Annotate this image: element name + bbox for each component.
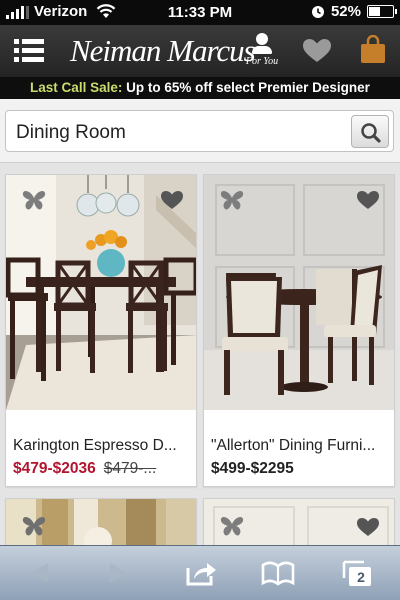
- quick-look-button[interactable]: [220, 189, 244, 211]
- heart-icon: [357, 518, 379, 536]
- search-input[interactable]: Dining Room: [5, 110, 394, 152]
- status-right: 52%: [311, 3, 397, 20]
- lock-rotation-icon: [311, 5, 324, 18]
- search-query: Dining Room: [16, 122, 126, 143]
- heart-icon: [161, 191, 183, 209]
- heart-icon: [357, 191, 379, 209]
- quick-look-button[interactable]: [22, 515, 46, 537]
- user-icon: [240, 33, 284, 54]
- price: $499-$2295: [211, 460, 294, 477]
- share-button[interactable]: [183, 558, 219, 588]
- promo-banner[interactable]: Last Call Sale: Up to 65% off select Pre…: [0, 77, 400, 99]
- battery-icon: [367, 5, 397, 18]
- forward-arrow-icon: [110, 563, 126, 583]
- favorite-button[interactable]: [356, 517, 380, 539]
- butterfly-icon: [220, 516, 244, 536]
- promo-text: Up to 65% off select Premier Designer: [122, 80, 370, 95]
- quick-look-button[interactable]: [220, 515, 244, 537]
- bookmarks-button[interactable]: [260, 558, 296, 588]
- product-price: $499-$2295: [211, 460, 294, 478]
- back-button[interactable]: [22, 558, 58, 588]
- browser-toolbar: 2: [0, 545, 400, 600]
- tabs-button[interactable]: 2: [340, 558, 376, 588]
- original-price: $479-...: [103, 460, 157, 477]
- quick-look-button[interactable]: [22, 189, 46, 211]
- magnifier-icon: [361, 123, 381, 143]
- menu-icon: [14, 39, 44, 62]
- product-price: $479-$2036 $479-...: [13, 460, 156, 478]
- heart-icon: [303, 39, 331, 62]
- product-name[interactable]: "Allerton" Dining Furni...: [211, 437, 387, 455]
- product-card[interactable]: "Allerton" Dining Furni... $499-$2295: [203, 174, 395, 487]
- share-icon: [186, 563, 216, 586]
- sale-price: $479-$2036: [13, 460, 96, 477]
- product-name[interactable]: Karington Espresso D...: [13, 437, 189, 455]
- shopping-bag-button[interactable]: [358, 34, 388, 65]
- search-bar: Dining Room: [0, 99, 400, 163]
- product-card[interactable]: Karington Espresso D... $479-$2036 $479-.…: [5, 174, 197, 487]
- shopping-bag-icon: [361, 34, 385, 63]
- back-arrow-icon: [32, 563, 48, 583]
- bookmarks-icon: [261, 561, 295, 586]
- butterfly-icon: [220, 190, 244, 210]
- brand-logo[interactable]: Neiman Marcus: [70, 33, 256, 69]
- promo-highlight: Last Call Sale:: [30, 80, 123, 95]
- search-button[interactable]: [351, 115, 389, 148]
- status-bar: Verizon 11:33 PM 52%: [0, 0, 400, 25]
- for-you-label: For You: [245, 56, 279, 67]
- tab-count: 2: [357, 569, 365, 585]
- favorite-button[interactable]: [160, 190, 184, 212]
- battery-percent: 52%: [330, 3, 361, 20]
- for-you-button[interactable]: For You: [240, 33, 284, 67]
- favorite-button[interactable]: [356, 190, 380, 212]
- menu-button[interactable]: [14, 38, 44, 64]
- forward-button[interactable]: [100, 558, 136, 588]
- battery-fill: [369, 7, 381, 16]
- butterfly-icon: [22, 516, 46, 536]
- butterfly-icon: [22, 190, 46, 210]
- app-header: Neiman Marcus For You: [0, 25, 400, 77]
- favorites-button[interactable]: [300, 38, 334, 64]
